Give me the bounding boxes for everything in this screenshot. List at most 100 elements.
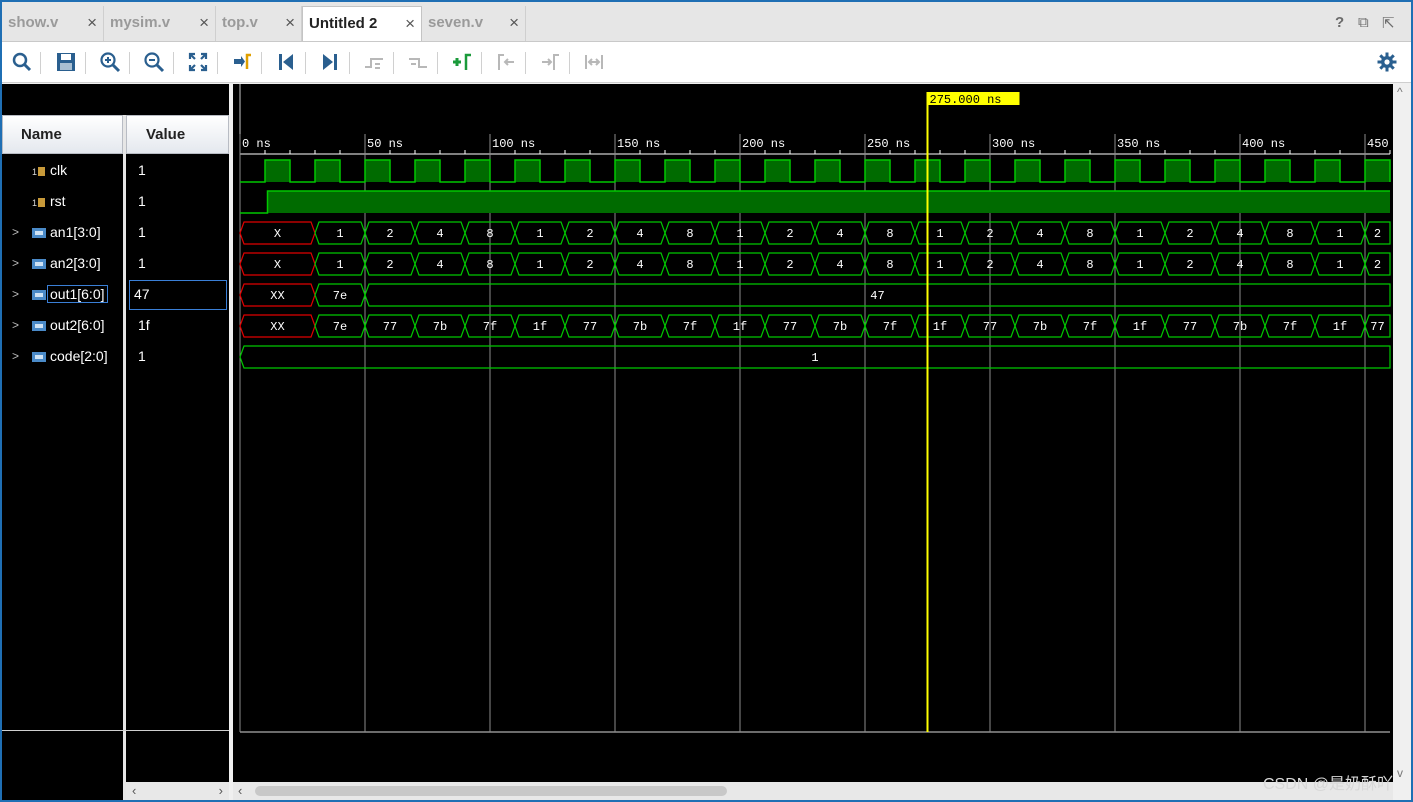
clk-high-fill [465, 160, 490, 182]
clk-high-fill [265, 160, 290, 182]
clk-high-fill [1265, 160, 1290, 182]
signal-row-an1[interactable]: > an1[3:0] [2, 217, 126, 248]
out2-value-label: 77 [1183, 320, 1197, 334]
an2-value-label: 1 [536, 258, 543, 272]
close-icon[interactable]: × [199, 13, 209, 33]
out2-value-label: 77 [583, 320, 597, 334]
value-column-label: Value [146, 126, 186, 143]
zoom-in-icon[interactable] [98, 50, 122, 74]
name-column-header[interactable]: Name [2, 115, 123, 154]
expand-icon[interactable]: > [12, 287, 19, 301]
go-to-time-zero-icon[interactable] [274, 50, 298, 74]
scroll-left-icon[interactable]: ‹ [132, 783, 136, 798]
waveform-pane[interactable]: 0 ns 50 ns 100 ns 150 ns 200 ns 250 ns 300 ns 3… [233, 84, 1411, 800]
bus-signal-icon [32, 226, 46, 238]
signal-row-clk[interactable]: 1 clk [2, 155, 126, 186]
signal-value: 1 [138, 193, 146, 209]
tab-untitled-2[interactable]: Untitled 2 × [302, 6, 422, 41]
search-icon[interactable] [10, 50, 34, 74]
scroll-down-icon[interactable]: v [1397, 766, 1403, 780]
add-marker-icon[interactable] [450, 50, 474, 74]
tab-top-v[interactable]: top.v × [216, 6, 302, 41]
scroll-up-icon[interactable]: ^ [1397, 85, 1403, 99]
tab-mysim-v[interactable]: mysim.v × [104, 6, 216, 41]
signal-name: clk [50, 162, 68, 178]
an2-value-label: 1 [1336, 258, 1343, 272]
tab-show-v[interactable]: show.v × [2, 6, 104, 41]
value-cell[interactable]: 1 [130, 186, 226, 217]
value-cell-selected[interactable]: 47 [129, 280, 227, 310]
out2-value-label: 7f [483, 320, 497, 334]
save-icon[interactable] [54, 50, 78, 74]
tab-bar: show.v × mysim.v × top.v × Untitled 2 × … [2, 2, 1411, 42]
an1-value-label: 4 [836, 227, 843, 241]
expand-icon[interactable]: > [12, 318, 19, 332]
an1-value-label: 1 [1136, 227, 1143, 241]
out2-value-label: XX [270, 320, 284, 334]
zoom-fit-icon[interactable] [186, 50, 210, 74]
an1-value-label: 1 [736, 227, 743, 241]
clk-high-fill [515, 160, 540, 182]
signal-row-out1[interactable]: > out1[6:0] [2, 279, 126, 310]
wave-vertical-scrollbar[interactable]: ^ v [1393, 84, 1411, 800]
restore-icon[interactable]: ⧉ [1358, 14, 1369, 31]
time-tick-label: 350 ns [1117, 137, 1160, 151]
scroll-left-icon[interactable]: ‹ [238, 783, 242, 798]
an2-value-label: 2 [586, 258, 593, 272]
value-column-header[interactable]: Value [126, 115, 229, 154]
time-tick-label: 250 ns [867, 137, 910, 151]
signal-row-an2[interactable]: > an2[3:0] [2, 248, 126, 279]
next-marker-icon[interactable] [538, 50, 562, 74]
wave-horizontal-scrollbar[interactable]: ‹ [233, 782, 1393, 800]
value-cell[interactable]: 1 [130, 217, 226, 248]
an2-value-label: 2 [1186, 258, 1193, 272]
value-cell[interactable]: 1 [130, 341, 226, 372]
out2-value-label: 7e [333, 320, 347, 334]
zoom-out-icon[interactable] [142, 50, 166, 74]
go-to-last-time-icon[interactable] [318, 50, 342, 74]
swap-cursors-icon[interactable] [582, 50, 606, 74]
out2-value-label: 7b [1233, 320, 1247, 334]
an1-value-label: 2 [386, 227, 393, 241]
go-to-cursor-icon[interactable] [230, 50, 254, 74]
close-icon[interactable]: × [87, 13, 97, 33]
expand-icon[interactable]: > [12, 225, 19, 239]
clk-high-fill [565, 160, 590, 182]
gear-icon[interactable] [1375, 50, 1399, 74]
expand-icon[interactable]: > [12, 256, 19, 270]
signal-name: an2[3:0] [50, 255, 101, 271]
close-icon[interactable]: × [285, 13, 295, 33]
scroll-right-icon[interactable]: › [219, 783, 223, 798]
waveform-canvas[interactable]: 0 ns 50 ns 100 ns 150 ns 200 ns 250 ns 300 ns 3… [233, 84, 1411, 800]
signal-row-code[interactable]: > code[2:0] [2, 341, 126, 372]
time-tick-label: 300 ns [992, 137, 1035, 151]
value-horizontal-scrollbar[interactable]: ‹ › [126, 782, 229, 800]
watermark: CSDN @是奶酥吖 [1262, 776, 1393, 793]
signal-row-rst[interactable]: 1 rst [2, 186, 126, 217]
expand-icon[interactable]: > [12, 349, 19, 363]
next-transition-icon[interactable] [406, 50, 430, 74]
an1-value-label: 4 [636, 227, 643, 241]
tab-seven-v[interactable]: seven.v × [422, 6, 526, 41]
an1-value-label: 1 [536, 227, 543, 241]
popout-icon[interactable]: ⇱ [1382, 14, 1395, 32]
out2-value-label: 7f [1283, 320, 1297, 334]
an2-value-label: 8 [686, 258, 693, 272]
an2-value-label: 4 [836, 258, 843, 272]
previous-transition-icon[interactable] [362, 50, 386, 74]
cursor-time-label: 275.000 ns [930, 93, 1002, 107]
signal-row-out2[interactable]: > out2[6:0] [2, 310, 126, 341]
value-cell[interactable]: 1 [130, 155, 226, 186]
close-icon[interactable]: × [509, 13, 519, 33]
an1-value-label: 1 [936, 227, 943, 241]
an1-value-label: 8 [1286, 227, 1293, 241]
help-icon[interactable]: ? [1335, 14, 1344, 31]
signal-value: 1 [138, 348, 146, 364]
previous-marker-icon[interactable] [494, 50, 518, 74]
scrollbar-thumb[interactable] [255, 786, 727, 796]
value-cell[interactable]: 1 [130, 248, 226, 279]
clk-high-fill [1065, 160, 1090, 182]
tab-label: mysim.v [110, 14, 171, 31]
value-cell[interactable]: 1f [130, 310, 226, 341]
close-icon[interactable]: × [405, 14, 415, 34]
